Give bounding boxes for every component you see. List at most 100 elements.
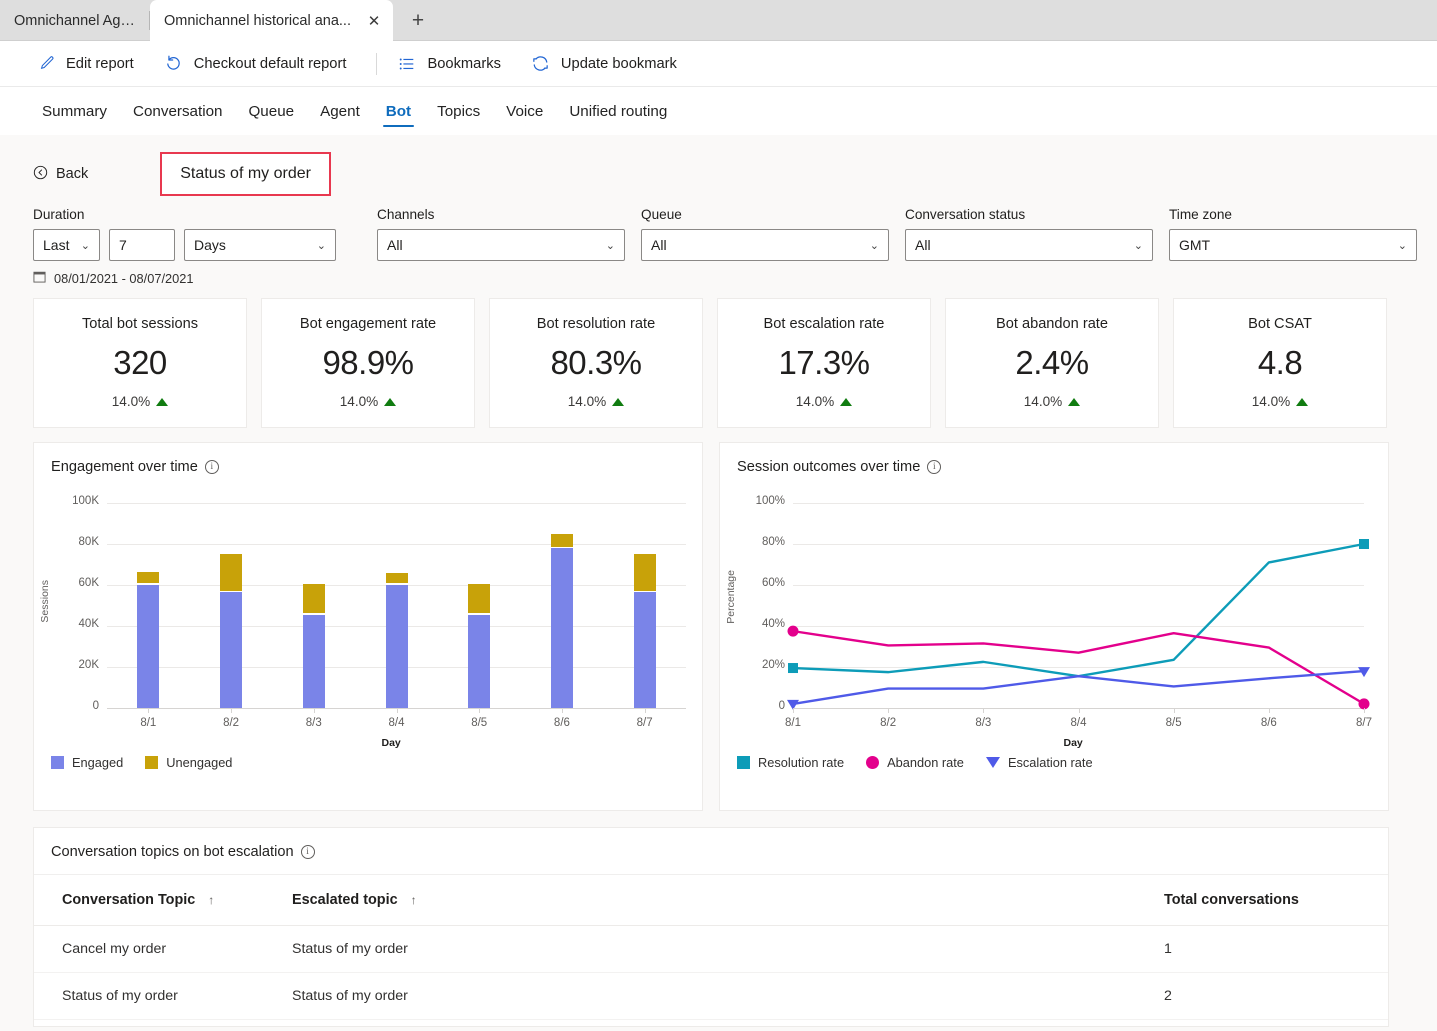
date-range-text: 08/01/2021 - 08/07/2021 [54,270,194,286]
tab-summary[interactable]: Summary [33,91,116,131]
legend-item-unengaged[interactable]: Unengaged [145,755,232,770]
duration-unit-dropdown[interactable]: Days ⌄ [184,229,336,261]
table-row[interactable]: Status of my order Status of my order 2 [34,972,1388,1020]
x-axis-tick-label: 8/2 [880,717,897,729]
trend-up-icon [1068,397,1081,406]
bar-segment-unengaged[interactable] [137,571,160,584]
column-header-conversation-topic[interactable]: Conversation Topic ↑ [34,875,264,926]
line-series-resolution-rate[interactable] [792,542,1365,678]
kpi-card-bot-escalation-rate[interactable]: Bot escalation rate 17.3% 14.0% [717,298,931,428]
edit-report-button[interactable]: Edit report [34,48,148,80]
tab-label: Conversation [132,102,223,120]
new-tab-icon[interactable]: + [403,6,433,36]
bar-chart-plot[interactable]: 0 20K 40K 60K 80K 100K 8/1 8/2 8/3 8/4 8/5 8/6 8/7 Se… [34,475,702,755]
kpi-title: Bot resolution rate [536,316,656,332]
legend-label-resolution-rate: Resolution rate [758,755,845,770]
data-point-marker[interactable] [788,663,798,674]
kpi-value: 4.8 [1257,344,1303,381]
edit-report-label: Edit report [66,55,134,72]
bar-segment-unengaged[interactable] [468,583,491,614]
kpi-delta-value: 14.0% [111,394,151,409]
tab-unified-routing[interactable]: Unified routing [560,91,676,131]
bar-segment-unengaged[interactable] [385,572,408,584]
checkout-default-report-button[interactable]: Checkout default report [162,48,361,80]
x-axis-tick [396,708,398,713]
kpi-card-total-bot-sessions[interactable]: Total bot sessions 320 14.0% [33,298,247,428]
x-axis-tick [313,708,315,713]
refresh-icon [531,54,551,74]
kpi-card-bot-resolution-rate[interactable]: Bot resolution rate 80.3% 14.0% [489,298,703,428]
y-axis-tick-label: 80K [78,536,99,548]
tab-voice[interactable]: Voice [497,91,552,131]
browser-tab-omnichannel-agent[interactable]: Omnichannel Agent [0,0,150,41]
column-header-total-conversations[interactable]: Total conversations [1164,875,1388,926]
legend-item-resolution-rate[interactable]: Resolution rate [737,755,844,770]
column-header-escalated-topic[interactable]: Escalated topic ↑ [264,875,1164,926]
update-bookmark-button[interactable]: Update bookmark [529,48,691,80]
data-point-marker[interactable] [1359,539,1369,549]
kpi-delta-value: 14.0% [1023,394,1063,409]
bar-segment-unengaged[interactable] [220,554,243,591]
kpi-card-bot-csat[interactable]: Bot CSAT 4.8 14.0% [1173,298,1387,428]
conversation-topics-table: Conversation Topic ↑ Escalated topic ↑ T… [34,875,1388,1020]
trend-up-icon [612,397,625,406]
duration-amount-input[interactable]: 7 [109,229,175,261]
info-icon[interactable]: i [300,845,315,859]
conversation-status-dropdown[interactable]: All ⌄ [905,229,1153,261]
x-axis-tick-label: 8/1 [785,717,801,729]
bar-segment-unengaged[interactable] [302,583,325,614]
legend-item-escalation-rate[interactable]: Escalation rate [985,755,1093,770]
table-row[interactable]: Cancel my order Status of my order 1 [34,925,1388,973]
channels-value: All [387,237,403,253]
x-axis-tick [793,708,794,713]
tab-conversation[interactable]: Conversation [124,91,232,131]
duration-amount-value: 7 [119,237,127,253]
column-label: Escalated topic [292,892,398,908]
x-axis-tick-label: 8/2 [223,717,240,729]
channels-dropdown[interactable]: All ⌄ [377,229,625,261]
tab-label: Queue [248,102,295,120]
time-zone-dropdown[interactable]: GMT ⌄ [1169,229,1417,261]
y-axis-tick-label: 100K [72,495,99,507]
bar-segment-engaged[interactable] [220,592,243,708]
kpi-card-bot-abandon-rate[interactable]: Bot abandon rate 2.4% 14.0% [945,298,1159,428]
tab-agent[interactable]: Agent [311,91,369,131]
kpi-value: 2.4% [1015,344,1089,381]
bar-segment-engaged[interactable] [137,585,160,708]
legend-item-engaged[interactable]: Engaged [51,755,123,770]
line-chart-plot[interactable]: 0 20% 40% 60% 80% 100% 8/1 8/2 8/3 8/4 8/5 8/6 8/7 Pe… [720,475,1388,755]
line-series-abandon-rate[interactable] [792,629,1365,705]
data-point-marker[interactable] [787,625,799,637]
info-icon[interactable]: i [204,460,219,474]
back-button[interactable]: Back [33,165,88,184]
legend-label-abandon-rate: Abandon rate [887,755,964,770]
queue-dropdown[interactable]: All ⌄ [641,229,889,261]
close-icon[interactable]: ✕ [363,10,385,32]
bar-segment-engaged[interactable] [468,614,491,708]
chart-row: Engagement over time i 0 20K 40K 60K 80K 100K… [0,428,1437,811]
bar-segment-engaged[interactable] [385,585,408,708]
tab-queue[interactable]: Queue [239,91,303,131]
cell-total-conversations: 2 [1164,972,1388,1020]
filter-queue: Queue All ⌄ [641,207,889,261]
legend-item-abandon-rate[interactable]: Abandon rate [866,755,964,770]
bookmarks-button[interactable]: Bookmarks [395,48,514,80]
legend-label-engaged: Engaged [72,755,124,770]
list-icon [397,54,417,74]
duration-relative-dropdown[interactable]: Last ⌄ [33,229,100,261]
info-icon[interactable]: i [927,460,942,474]
tab-bot[interactable]: Bot [377,91,420,131]
line-series-escalation-rate[interactable] [792,669,1365,706]
bar-segment-engaged[interactable] [302,614,325,708]
bar-segment-unengaged[interactable] [550,533,573,547]
bar-segment-engaged[interactable] [550,548,573,708]
x-axis-tick-label: 8/7 [1356,717,1372,729]
x-axis-tick-label: 8/7 [636,717,653,729]
kpi-title: Bot escalation rate [763,316,885,332]
tab-topics[interactable]: Topics [428,91,489,131]
bar-segment-engaged[interactable] [633,592,656,708]
browser-tab-omnichannel-historical-analytics[interactable]: Omnichannel historical ana... ✕ [150,0,393,41]
bar-segment-unengaged[interactable] [633,554,656,591]
kpi-card-bot-engagement-rate[interactable]: Bot engagement rate 98.9% 14.0% [261,298,475,428]
sort-asc-icon: ↑ [208,893,215,907]
